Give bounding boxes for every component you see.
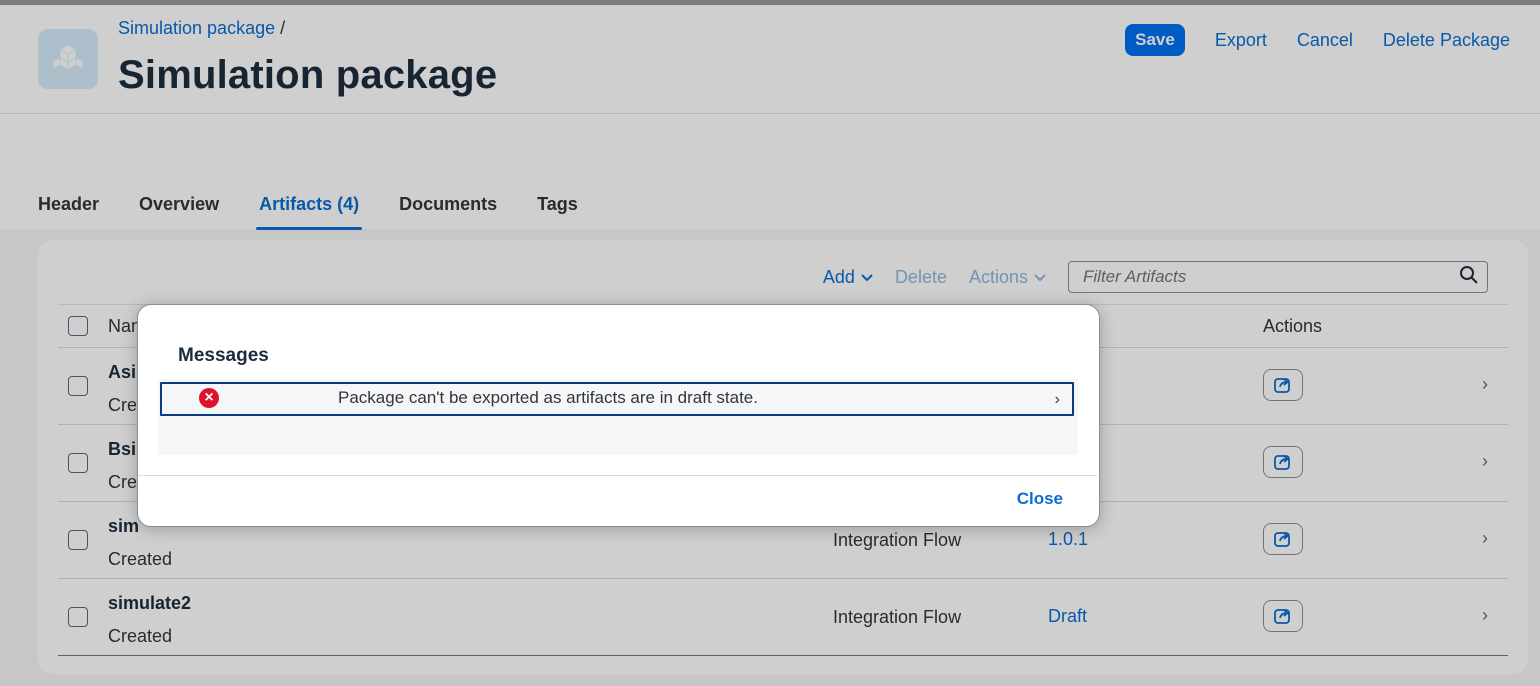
dialog-title: Messages	[178, 345, 269, 366]
messages-dialog: Messages × Package can't be exported as …	[137, 304, 1100, 527]
chevron-right-icon: ›	[1054, 391, 1060, 408]
error-icon: ×	[199, 388, 219, 408]
close-button[interactable]: Close	[1011, 488, 1069, 510]
message-item[interactable]: × Package can't be exported as artifacts…	[160, 382, 1074, 416]
message-text: Package can't be exported as artifacts a…	[338, 388, 758, 407]
message-list: × Package can't be exported as artifacts…	[158, 379, 1078, 455]
dialog-footer: Close	[138, 475, 1097, 526]
